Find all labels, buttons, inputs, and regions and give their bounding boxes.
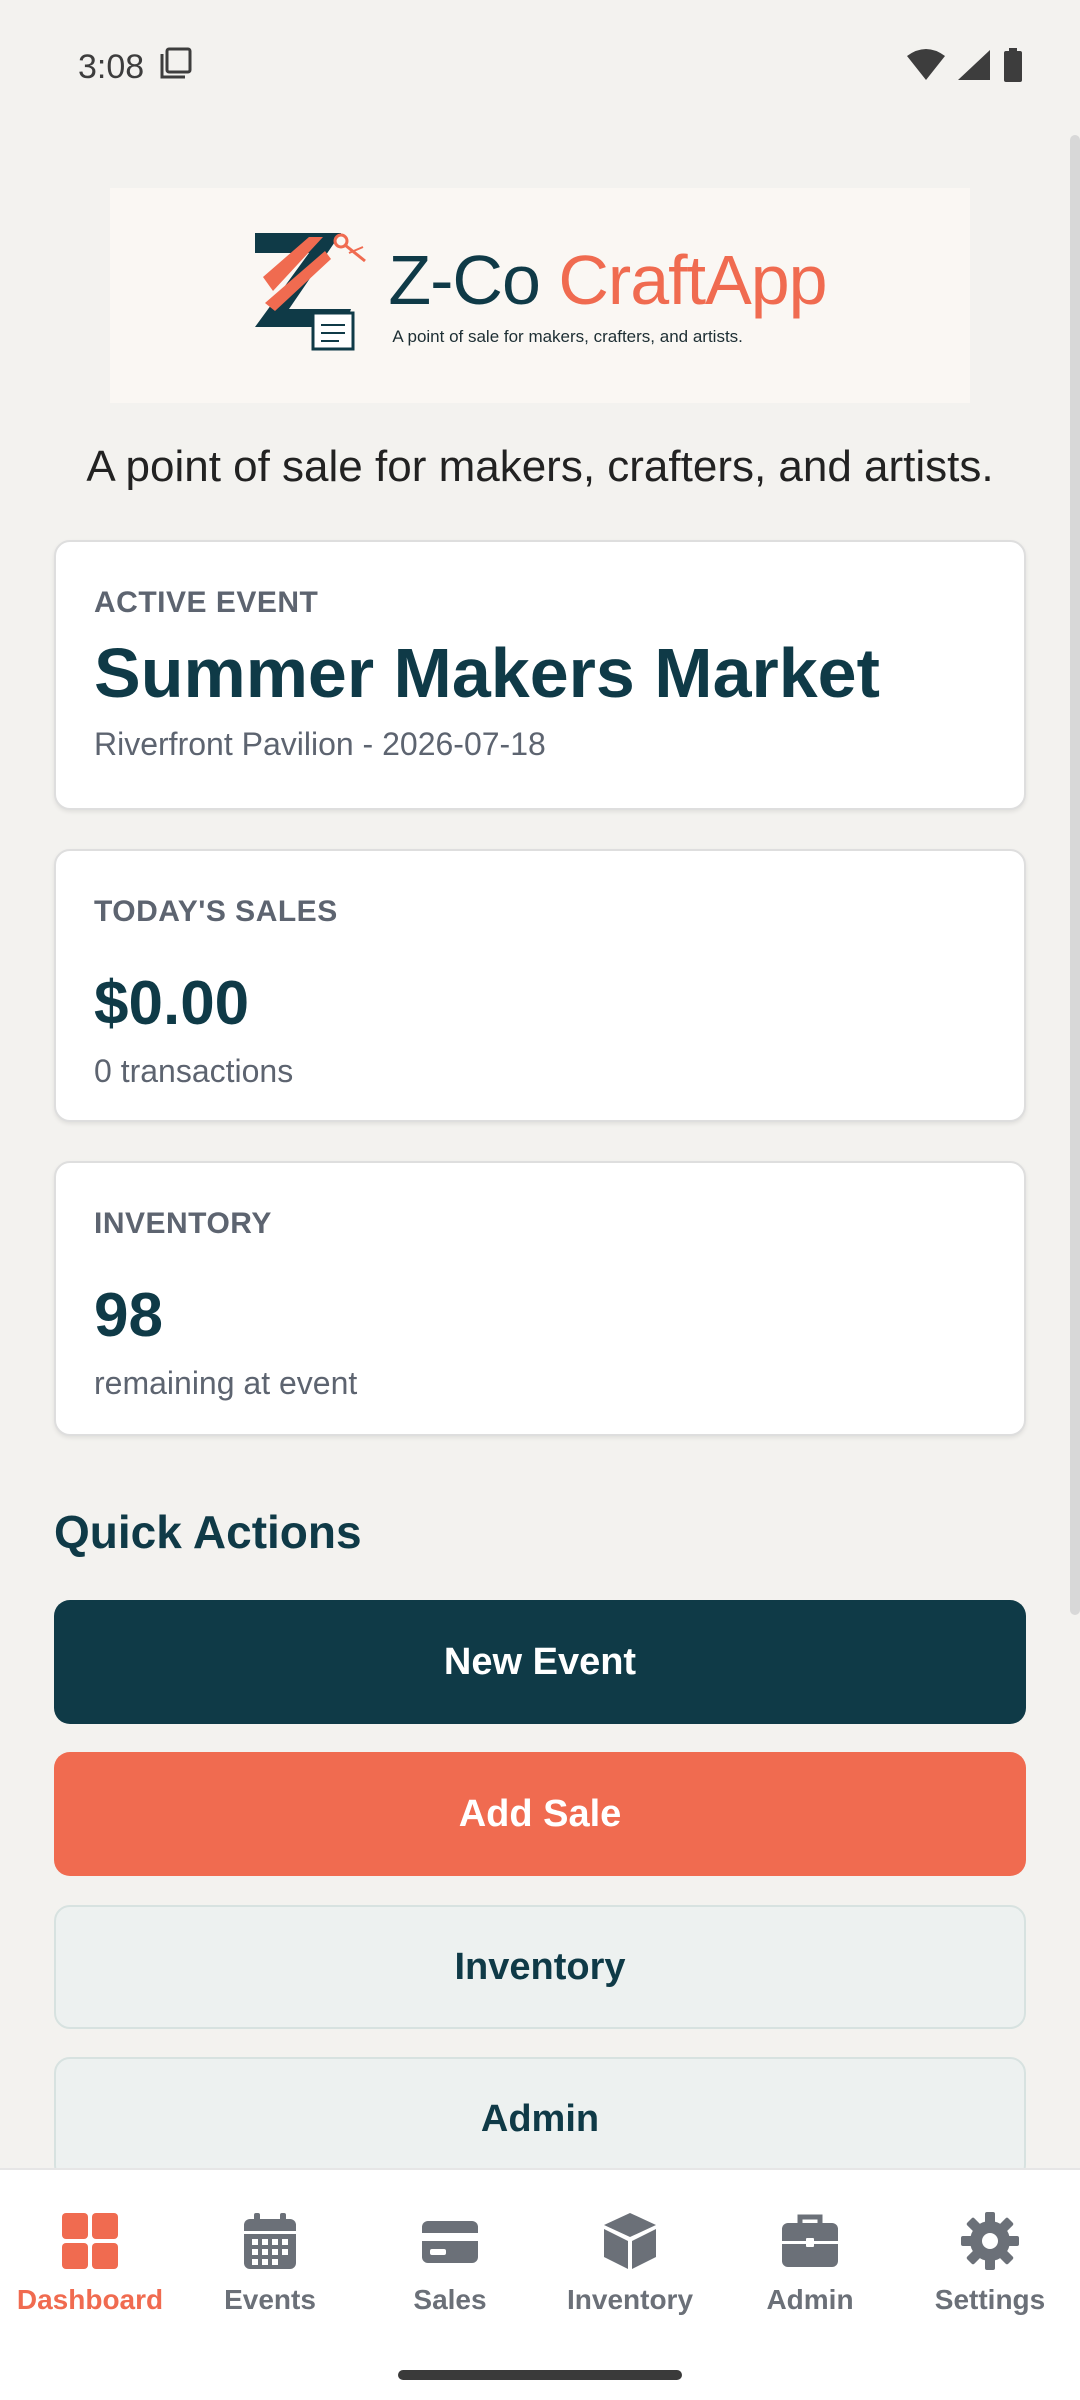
card-label: ACTIVE EVENT xyxy=(94,586,319,619)
nav-settings[interactable]: Settings xyxy=(900,2210,1080,2340)
inventory-card[interactable]: INVENTORY 98 remaining at event xyxy=(54,1161,1026,1436)
box-icon xyxy=(599,2210,661,2272)
nav-label: Dashboard xyxy=(16,2284,164,2315)
dashboard-icon xyxy=(59,2210,121,2272)
active-event-card[interactable]: ACTIVE EVENT Summer Makers Market Riverf… xyxy=(54,540,1026,810)
nav-sales[interactable]: Sales xyxy=(360,2210,540,2340)
status-right xyxy=(906,47,1024,88)
add-sale-button[interactable]: Add Sale xyxy=(54,1752,1026,1876)
battery-icon xyxy=(1002,47,1024,88)
gear-icon xyxy=(959,2210,1021,2272)
logo-title-zco: Z-Co xyxy=(388,240,541,319)
nav-dashboard[interactable]: Dashboard xyxy=(0,2210,180,2340)
nav-label: Settings xyxy=(934,2284,1046,2315)
logo-title-craftapp: CraftApp xyxy=(558,240,827,319)
status-left: 3:08 xyxy=(78,45,194,90)
nav-label: Admin xyxy=(766,2284,854,2315)
quick-actions-title: Quick Actions xyxy=(54,1506,362,1558)
home-indicator[interactable] xyxy=(398,2370,682,2380)
logo-title: Z-Co CraftApp xyxy=(388,245,827,315)
screenshot-notification-icon xyxy=(158,45,194,90)
cell-signal-icon xyxy=(956,48,992,87)
logo-text: Z-Co CraftApp A point of sale for makers… xyxy=(388,245,827,347)
logo-subtitle: A point of sale for makers, crafters, an… xyxy=(392,326,743,346)
status-time: 3:08 xyxy=(78,48,145,86)
nav-label: Events xyxy=(224,2284,316,2315)
nav-events[interactable]: Events xyxy=(180,2210,360,2340)
calendar-icon xyxy=(239,2210,301,2272)
inventory-button[interactable]: Inventory xyxy=(54,1905,1026,2029)
credit-card-icon xyxy=(419,2210,481,2272)
card-label: INVENTORY xyxy=(94,1207,272,1240)
zco-logo-icon xyxy=(253,231,368,361)
inventory-count: 98 xyxy=(94,1281,163,1350)
scrollbar[interactable] xyxy=(1070,135,1080,1615)
active-event-details: Riverfront Pavilion - 2026-07-18 xyxy=(94,726,546,762)
bottom-navigation: Dashboard Events Sales Inventory Admin S… xyxy=(0,2168,1080,2400)
active-event-title: Summer Makers Market xyxy=(94,634,880,712)
tagline: A point of sale for makers, crafters, an… xyxy=(86,442,994,491)
status-bar: 3:08 xyxy=(0,0,1080,135)
app-logo-banner: Z-Co CraftApp A point of sale for makers… xyxy=(110,188,970,403)
briefcase-icon xyxy=(779,2210,841,2272)
wifi-icon xyxy=(906,48,946,87)
nav-admin[interactable]: Admin xyxy=(720,2210,900,2340)
todays-sales-value: $0.00 xyxy=(94,969,250,1038)
nav-label: Sales xyxy=(413,2284,487,2315)
todays-sales-card[interactable]: TODAY'S SALES $0.00 0 transactions xyxy=(54,849,1026,1122)
card-label: TODAY'S SALES xyxy=(94,895,338,928)
nav-inventory[interactable]: Inventory xyxy=(540,2210,720,2340)
transactions-count: 0 transactions xyxy=(94,1053,294,1089)
nav-label: Inventory xyxy=(566,2284,694,2315)
inventory-sub: remaining at event xyxy=(94,1365,358,1401)
admin-button[interactable]: Admin xyxy=(54,2057,1026,2181)
new-event-button[interactable]: New Event xyxy=(54,1600,1026,1724)
